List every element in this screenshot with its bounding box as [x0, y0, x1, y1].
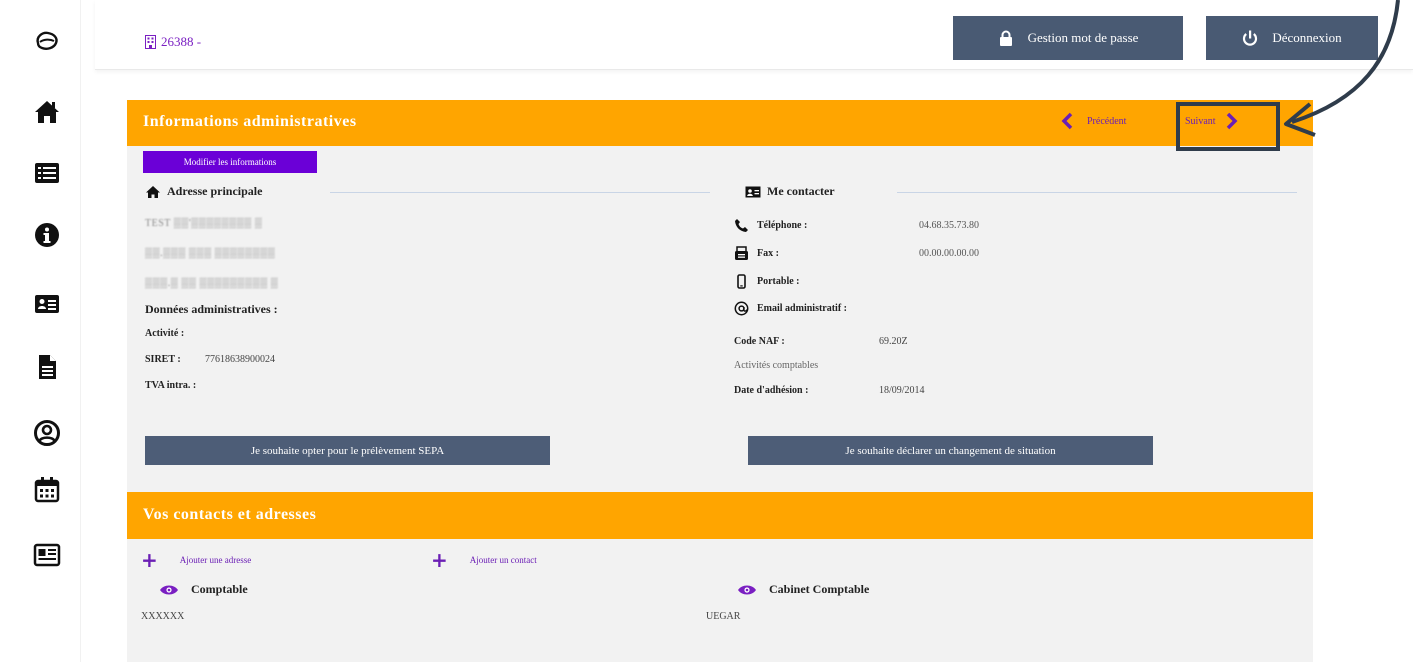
main-panel: Informations administratives Précédent S…: [127, 100, 1313, 662]
address-line-3: ▒▒▒.▒ ▒▒ ▒▒▒▒▒▒▒▒▒ ▒: [145, 278, 279, 289]
admin-section-title: Informations administratives: [143, 113, 357, 130]
contact-card-title: Comptable: [159, 582, 248, 597]
admin-section-header: Informations administratives Précédent S…: [127, 100, 1313, 151]
contacts-section-title: Vos contacts et adresses: [143, 506, 317, 523]
top-bar: 26388 - Gestion mot de passe Déconnexion: [95, 0, 1413, 70]
list-icon[interactable]: [32, 158, 62, 188]
address-line-1: TEST ▒▒'▒▒▒▒▒▒▒▒ ▒: [145, 218, 263, 229]
activity-label: Activité :: [145, 328, 185, 339]
add-contact-link[interactable]: + Ajouter un contact: [431, 550, 537, 570]
next-highlight-box: [1176, 102, 1280, 151]
phone-value: 04.68.35.73.80: [919, 220, 979, 231]
tva-label: TVA intra. :: [145, 380, 197, 391]
adhesion-label: Date d'adhésion :: [734, 385, 809, 396]
contact-title: Me contacter: [745, 184, 835, 199]
account-selector[interactable]: 26388 -: [145, 34, 201, 50]
user-circle-icon[interactable]: [32, 418, 62, 448]
calendar-icon[interactable]: [32, 474, 62, 504]
contact-card-icon: [745, 186, 761, 197]
power-icon: [1243, 30, 1258, 46]
previous-link[interactable]: Précédent: [1061, 112, 1126, 130]
contact-divider: [897, 192, 1297, 193]
newspaper-icon[interactable]: [32, 540, 62, 570]
naf-label: Code NAF :: [734, 336, 785, 347]
address-title: Adresse principale: [145, 184, 262, 199]
change-situation-button[interactable]: Je souhaite déclarer un changement de si…: [748, 436, 1153, 465]
password-button-label: Gestion mot de passe: [1027, 30, 1139, 45]
modify-info-button[interactable]: Modifier les informations: [143, 151, 317, 173]
sidebar-divider: [80, 0, 81, 662]
contacts-section-header: Vos contacts et adresses: [127, 492, 1313, 539]
password-management-button[interactable]: Gestion mot de passe: [953, 16, 1183, 60]
info-icon[interactable]: [32, 220, 62, 250]
previous-label: Précédent: [1087, 115, 1127, 127]
logout-button[interactable]: Déconnexion: [1206, 16, 1378, 60]
fax-value: 00.00.00.00.00: [919, 248, 979, 259]
naf-description: Activités comptables: [734, 360, 819, 371]
account-id: 26388 -: [161, 34, 202, 49]
plus-icon: +: [431, 548, 448, 572]
sepa-button[interactable]: Je souhaite opter pour le prélèvement SE…: [145, 436, 550, 465]
admin-data-title: Données administratives :: [145, 302, 278, 316]
plus-icon: +: [141, 548, 158, 572]
fax-row: Fax :: [734, 246, 779, 261]
contact-card-value: UEGAR: [706, 611, 741, 622]
home-icon[interactable]: [32, 97, 62, 127]
eye-icon[interactable]: [159, 584, 179, 596]
address-divider: [330, 192, 710, 193]
chevron-left-icon: [1061, 112, 1073, 130]
naf-value: 69.20Z: [879, 336, 908, 347]
adhesion-value: 18/09/2014: [879, 385, 925, 396]
mobile-row: Portable :: [734, 274, 800, 289]
mobile-icon: [737, 274, 746, 289]
home-icon: [146, 185, 160, 198]
eye-icon[interactable]: [737, 584, 757, 596]
siret-label: SIRET :: [145, 354, 181, 365]
fax-icon: [735, 246, 748, 260]
logout-button-label: Déconnexion: [1272, 30, 1342, 45]
phone-icon: [735, 219, 748, 232]
email-row: Email administratif :: [734, 301, 847, 316]
brand-logo-icon[interactable]: [32, 27, 62, 57]
phone-row: Téléphone :: [734, 218, 807, 233]
contact-card-title: Cabinet Comptable: [737, 582, 869, 597]
sidebar: [0, 0, 95, 662]
siret-value: 77618638900024: [205, 354, 275, 365]
id-card-icon[interactable]: [32, 289, 62, 319]
document-icon[interactable]: [32, 352, 62, 382]
building-icon: [145, 35, 156, 49]
add-address-link[interactable]: + Ajouter une adresse: [141, 550, 251, 570]
at-sign-icon: [734, 301, 749, 316]
contact-card-value: XXXXXX: [141, 611, 185, 622]
address-line-2: ▒▒.▒▒▒ ▒▒▒ ▒▒▒▒▒▒▒▒: [145, 248, 276, 259]
lock-icon: [999, 30, 1012, 46]
